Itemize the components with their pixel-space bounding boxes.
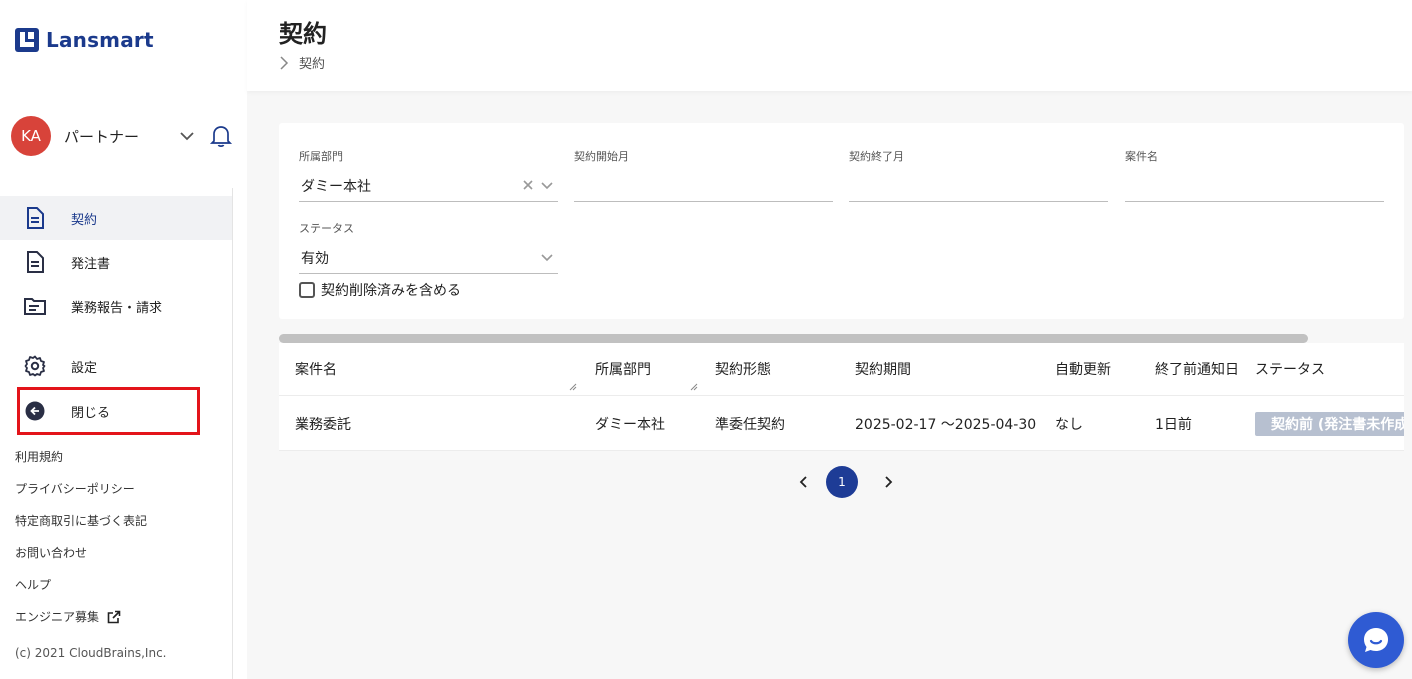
close-label: 閉じる: [71, 405, 111, 421]
column-header[interactable]: 契約形態: [715, 343, 771, 395]
user-name: パートナー: [64, 127, 140, 146]
terms-link[interactable]: 利用規約: [15, 448, 63, 465]
external-link-icon: [107, 610, 121, 623]
sidebar-item-label: 設定: [71, 360, 98, 376]
brand-name: Lansmart: [46, 28, 154, 52]
user-menu[interactable]: KA パートナー: [11, 116, 233, 156]
document-icon: [24, 251, 46, 273]
table-row[interactable]: 業務委託 ダミー本社 準委任契約 2025-02-17 〜2025-04-30 …: [279, 397, 1404, 451]
sidebar-close-button[interactable]: 閉じる: [0, 389, 232, 433]
clear-icon[interactable]: [522, 179, 534, 191]
contracts-table: 案件名 所属部門 契約形態 契約期間 自動更新 終了前通知日 ステータス 業務委…: [279, 343, 1404, 451]
chat-bubble-icon: [1364, 628, 1388, 652]
sidebar-item-contracts[interactable]: 契約: [0, 196, 232, 240]
status-filter: ステータス 有効: [299, 220, 558, 274]
careers-link[interactable]: エンジニア募集: [15, 608, 121, 625]
include-deleted-label: 契約削除済みを含める: [321, 283, 461, 299]
column-header[interactable]: 自動更新: [1055, 343, 1111, 395]
lansmart-logo-icon: [15, 28, 39, 52]
cell-contract-type: 準委任契約: [715, 416, 785, 433]
sidebar-item-reports-billing[interactable]: 業務報告・請求: [0, 284, 232, 328]
bell-icon[interactable]: [209, 123, 233, 149]
careers-label: エンジニア募集: [15, 610, 100, 624]
column-header[interactable]: 案件名: [295, 343, 337, 395]
department-select[interactable]: ダミー本社: [299, 170, 558, 202]
sidebar-item-label: 発注書: [71, 256, 111, 272]
include-deleted-row[interactable]: 契約削除済みを含める: [299, 280, 461, 300]
logo[interactable]: Lansmart: [15, 28, 154, 52]
table-header: 案件名 所属部門 契約形態 契約期間 自動更新 終了前通知日 ステータス: [279, 343, 1404, 396]
privacy-link[interactable]: プライバシーポリシー: [15, 480, 135, 497]
chevron-down-icon[interactable]: [540, 178, 554, 192]
department-filter: 所属部門 ダミー本社: [299, 148, 558, 202]
start-month-filter: 契約開始月: [574, 148, 833, 202]
next-page-button[interactable]: [880, 474, 896, 490]
end-month-input[interactable]: [849, 170, 1108, 202]
department-label: 所属部門: [299, 150, 343, 163]
status-label: ステータス: [299, 222, 354, 235]
contact-link[interactable]: お問い合わせ: [15, 544, 87, 561]
sidebar-item-label: 業務報告・請求: [71, 300, 163, 316]
chevron-left-icon: [799, 476, 807, 488]
sidebar-item-purchase-orders[interactable]: 発注書: [0, 240, 232, 284]
gear-icon: [24, 355, 46, 377]
folder-icon: [24, 295, 46, 317]
pagination: 1: [796, 466, 896, 498]
sidebar-item-settings[interactable]: 設定: [0, 344, 232, 388]
column-resize-icon[interactable]: [690, 383, 698, 391]
avatar[interactable]: KA: [11, 116, 51, 156]
help-link[interactable]: ヘルプ: [15, 576, 51, 593]
cell-department: ダミー本社: [595, 416, 665, 433]
cell-project-name: 業務委託: [295, 416, 351, 433]
cell-contract-period: 2025-02-17 〜2025-04-30: [855, 416, 1037, 433]
column-header[interactable]: 契約期間: [855, 343, 911, 395]
table-horizontal-scrollbar[interactable]: [279, 334, 1308, 343]
end-month-label: 契約終了月: [849, 150, 904, 163]
cell-end-notice: 1日前: [1155, 416, 1192, 433]
cell-status: 契約前 (発注書未作成): [1255, 397, 1404, 450]
prev-page-button[interactable]: [796, 474, 812, 490]
chat-support-button[interactable]: [1348, 612, 1404, 668]
cell-auto-renew: なし: [1055, 416, 1083, 433]
start-month-label: 契約開始月: [574, 150, 629, 163]
end-month-filter: 契約終了月: [849, 148, 1108, 202]
project-name-input[interactable]: [1125, 170, 1384, 202]
chevron-down-icon[interactable]: [540, 250, 554, 264]
arrow-left-circle-icon: [25, 401, 45, 421]
copyright: (c) 2021 CloudBrains,Inc.: [15, 646, 167, 660]
status-badge: 契約前 (発注書未作成): [1255, 411, 1404, 436]
page-header: 契約 契約: [247, 0, 1412, 91]
chevron-right-icon: [280, 55, 289, 70]
sidebar-divider: [232, 188, 233, 679]
column-resize-icon[interactable]: [569, 383, 577, 391]
chevron-down-icon[interactable]: [177, 126, 197, 146]
department-value: ダミー本社: [301, 178, 371, 195]
project-name-label: 案件名: [1125, 150, 1158, 163]
column-header[interactable]: 終了前通知日: [1155, 343, 1239, 395]
status-select[interactable]: 有効: [299, 242, 558, 274]
breadcrumb-item[interactable]: 契約: [299, 53, 325, 72]
project-name-filter: 案件名: [1125, 148, 1384, 202]
filter-panel: 所属部門 ダミー本社 契約開始月 契約終了月 案件名 ステータス 有効 契約削除…: [279, 123, 1404, 319]
commerce-law-link[interactable]: 特定商取引に基づく表記: [15, 512, 147, 529]
breadcrumb: 契約: [279, 53, 325, 72]
start-month-input[interactable]: [574, 170, 833, 202]
sidebar-item-label: 契約: [71, 212, 98, 228]
page-1-button[interactable]: 1: [826, 466, 858, 498]
sidebar: Lansmart KA パートナー 契約 発注書 業務報告・請求 設定 閉じる …: [0, 0, 247, 679]
status-value: 有効: [301, 250, 329, 267]
document-icon: [24, 207, 46, 229]
include-deleted-checkbox[interactable]: [299, 282, 315, 298]
chevron-right-icon: [885, 476, 893, 488]
column-header[interactable]: ステータス: [1255, 343, 1325, 395]
column-header[interactable]: 所属部門: [595, 343, 651, 395]
page-title: 契約: [279, 20, 327, 48]
